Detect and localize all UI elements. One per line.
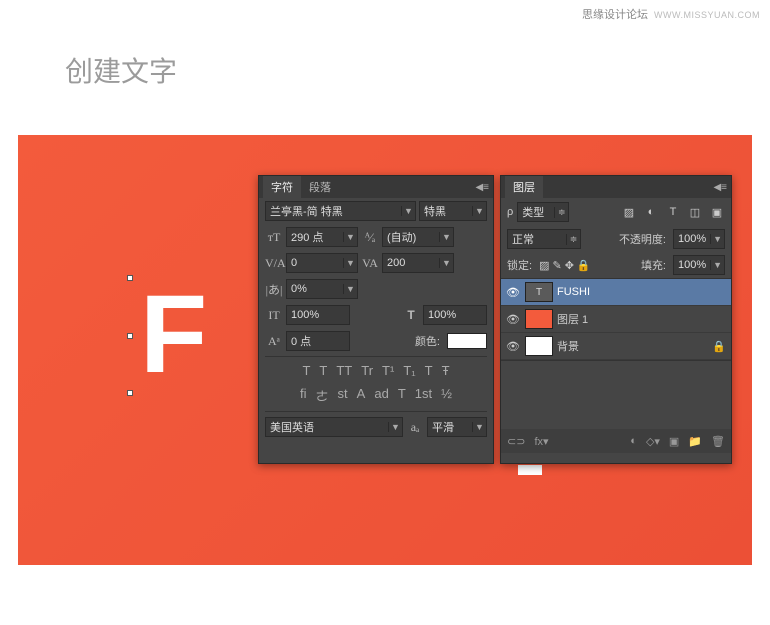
lock-label: 锁定: (507, 257, 532, 273)
layer-thumb (525, 309, 553, 329)
antialias-icon: aₐ (406, 420, 424, 435)
font-size-field[interactable]: 290 点▼ (286, 227, 358, 247)
color-swatch[interactable] (447, 333, 487, 349)
character-panel: 字符 段落 ◀≡ 兰亭黑-简 特黑▼ 特黑▼ тT 290 点▼ ᴬ⁄ₐ (自动… (258, 175, 494, 464)
layer-name[interactable]: 图层 1 (557, 311, 727, 327)
layer-name[interactable]: FUSHI (557, 286, 727, 298)
leading-field[interactable]: (自动)▼ (382, 227, 454, 247)
opacity-label: 不透明度: (619, 231, 666, 247)
tracking-icon: VA (361, 256, 379, 271)
faux-bold[interactable]: T (302, 363, 310, 378)
delete-layer-icon[interactable]: 🗑 (711, 435, 725, 448)
color-label: 颜色: (415, 333, 440, 349)
baseline-field[interactable]: 0 点 (286, 331, 350, 351)
opacity-field[interactable]: 100%▼ (673, 229, 725, 249)
all-caps[interactable]: TT (336, 363, 352, 378)
page-title: 创建文字 (65, 50, 177, 90)
antialias-field[interactable]: 平滑▼ (427, 417, 487, 437)
layer-thumb-text: T (525, 282, 553, 302)
lock-position-icon[interactable]: ✥ (565, 259, 574, 272)
hscale-field[interactable]: 100% (423, 305, 487, 325)
vscale-field[interactable]: 100% (286, 305, 350, 325)
tracking-field[interactable]: 200▼ (382, 253, 454, 273)
fill-label: 填充: (641, 257, 666, 273)
lock-image-icon[interactable]: ✎ (552, 259, 561, 272)
tab-layers[interactable]: 图层 (505, 176, 543, 198)
panel-menu-icon[interactable]: ◀≡ (713, 182, 727, 193)
resize-handle[interactable] (127, 275, 133, 281)
ordinals[interactable]: 1st (415, 386, 432, 405)
tab-character[interactable]: 字符 (263, 176, 301, 198)
tab-paragraph[interactable]: 段落 (301, 176, 339, 198)
filter-type-icon[interactable]: T (665, 204, 681, 220)
titling[interactable]: T (398, 386, 406, 405)
kerning-field[interactable]: 0▼ (286, 253, 358, 273)
font-size-icon: тT (265, 230, 283, 245)
text-dash (518, 465, 542, 475)
lock-icon: 🔒 (711, 340, 727, 353)
resize-handle[interactable] (127, 390, 133, 396)
layer-row[interactable]: 👁 T FUSHI (501, 279, 731, 306)
stylistic-alt[interactable]: ad (374, 386, 388, 405)
layer-row[interactable]: 👁 图层 1 (501, 306, 731, 333)
watermark: 思缘设计论坛WWW.MISSYUAN.COM (582, 6, 760, 22)
ligatures[interactable]: fi (300, 386, 307, 405)
link-layers-icon[interactable]: ⊂⊃ (507, 435, 525, 448)
type-style-row1: T T TT Tr T¹ T₁ T Ŧ (259, 359, 493, 382)
layer-mask-icon[interactable]: ◐ (630, 435, 637, 447)
filter-kind-field[interactable]: 类型≑ (517, 202, 569, 222)
new-layer-icon[interactable]: 📁 (688, 435, 702, 448)
resize-handle[interactable] (127, 333, 133, 339)
filter-smart-icon[interactable]: ▣ (709, 204, 725, 220)
filter-adjust-icon[interactable]: ◐ (643, 204, 659, 220)
visibility-icon[interactable]: 👁 (505, 340, 521, 353)
layer-fx-icon[interactable]: fx▾ (534, 435, 548, 448)
hscale-icon: T (402, 308, 420, 323)
tsume-field[interactable]: 0%▼ (286, 279, 358, 299)
superscript[interactable]: T¹ (382, 363, 394, 378)
fill-field[interactable]: 100%▼ (673, 255, 725, 275)
lock-all-icon[interactable]: 🔒 (577, 259, 591, 272)
swash[interactable]: A (357, 386, 366, 405)
discretionary[interactable]: st (338, 386, 348, 405)
layer-thumb (525, 336, 553, 356)
tsume-icon: |あ| (265, 281, 283, 298)
filter-search-icon: ρ (507, 206, 513, 218)
visibility-icon[interactable]: 👁 (505, 313, 521, 326)
panel-tabbar: 图层 ◀≡ (501, 176, 731, 198)
layer-row[interactable]: 👁 背景 🔒 (501, 333, 731, 360)
vscale-icon: IT (265, 308, 283, 323)
subscript[interactable]: T₁ (403, 363, 415, 378)
underline[interactable]: T (425, 363, 433, 378)
language-field[interactable]: 美国英语▼ (265, 417, 403, 437)
blend-mode-field[interactable]: 正常≑ (507, 229, 581, 249)
fractions[interactable]: ½ (441, 386, 452, 405)
adjustment-icon[interactable]: ◇▾ (646, 435, 660, 448)
baseline-icon: Aᵃ (265, 334, 283, 349)
small-caps[interactable]: Tr (361, 363, 373, 378)
layers-list: 👁 T FUSHI 👁 图层 1 👁 背景 🔒 (501, 278, 731, 361)
panel-menu-icon[interactable]: ◀≡ (475, 182, 489, 193)
layers-panel: 图层 ◀≡ ρ 类型≑ ▨ ◐ T ◫ ▣ 正常≑ 不透明度: 100%▼ 锁定… (500, 175, 732, 464)
font-family-field[interactable]: 兰亭黑-简 特黑▼ (265, 201, 416, 221)
leading-icon: ᴬ⁄ₐ (361, 230, 379, 245)
lock-transparent-icon[interactable]: ▨ (539, 259, 549, 272)
layers-footer: ⊂⊃ fx▾ ◐ ◇▾ ▣ 📁 🗑 (501, 429, 731, 453)
filter-pixel-icon[interactable]: ▨ (621, 204, 637, 220)
font-weight-field[interactable]: 特黑▼ (419, 201, 487, 221)
alt-ligatures[interactable]: ㄜ (316, 386, 329, 405)
panel-tabbar: 字符 段落 ◀≡ (259, 176, 493, 198)
filter-shape-icon[interactable]: ◫ (687, 204, 703, 220)
type-style-row2: fi ㄜ st A ad T 1st ½ (259, 382, 493, 409)
faux-italic[interactable]: T (319, 363, 327, 378)
strikethrough[interactable]: Ŧ (442, 363, 450, 378)
group-icon[interactable]: ▣ (669, 435, 679, 448)
layer-name[interactable]: 背景 (557, 338, 707, 354)
kerning-icon: V/A (265, 256, 283, 271)
visibility-icon[interactable]: 👁 (505, 286, 521, 299)
